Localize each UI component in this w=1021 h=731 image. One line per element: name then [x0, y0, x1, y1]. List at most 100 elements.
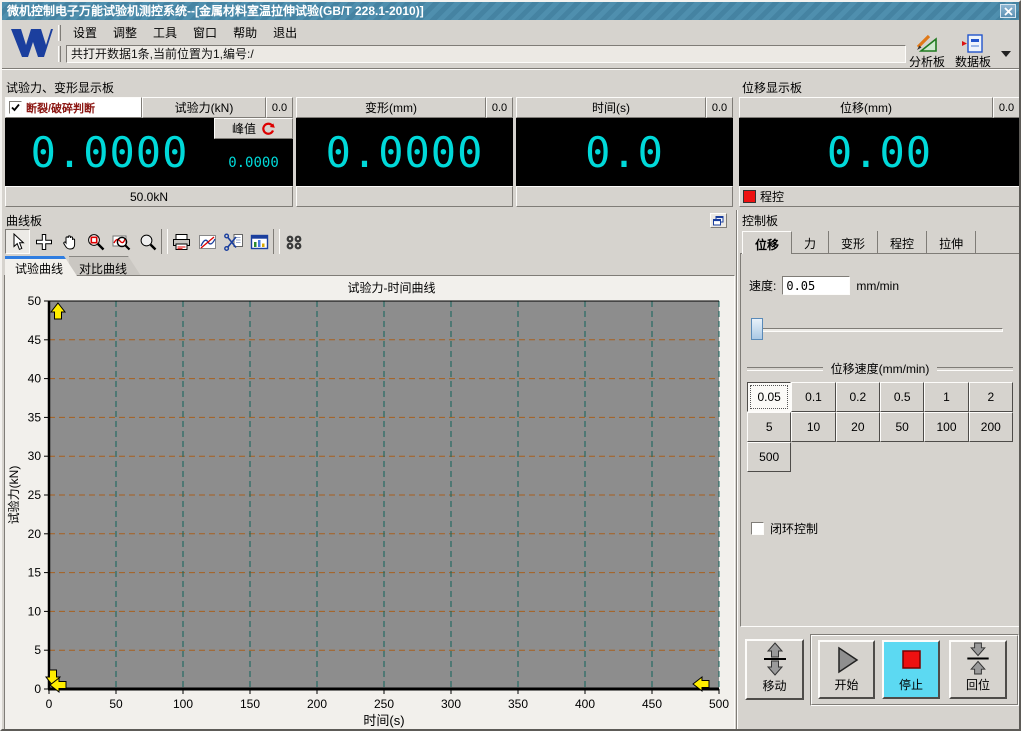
- time-value: 0.0: [585, 127, 664, 177]
- speed-slider-track[interactable]: [751, 328, 1003, 332]
- zoom-out-button[interactable]: [135, 229, 160, 254]
- window-title: 微机控制电子万能试验机测控系统--[金属材料室温拉伸试验(GB/T 228.1-…: [7, 4, 424, 18]
- speed-option-button[interactable]: 5: [747, 412, 792, 442]
- speed-option-button[interactable]: 100: [924, 412, 969, 442]
- force-group-title: 试验力、变形显示板: [6, 81, 115, 95]
- status-field[interactable]: 共打开数据1条,当前位置为1,编号:/: [66, 45, 906, 63]
- speed-option-button[interactable]: 0.5: [879, 382, 925, 412]
- check-icon: [11, 103, 20, 112]
- zoom-out-icon: [140, 234, 156, 250]
- close-button[interactable]: [1000, 4, 1016, 18]
- control-tab[interactable]: 拉伸: [927, 231, 977, 254]
- control-tab[interactable]: 变形: [829, 231, 879, 254]
- return-button[interactable]: 回位: [949, 640, 1007, 699]
- peak-reset-icon[interactable]: [261, 122, 275, 136]
- move-button[interactable]: 移动: [745, 639, 804, 700]
- closed-loop-label: 闭环控制: [770, 522, 819, 536]
- speed-option-button[interactable]: 0.2: [835, 382, 880, 412]
- control-tabs: 位移力变形 程控 拉伸: [742, 231, 977, 254]
- curve-tab[interactable]: 试验曲线: [5, 256, 77, 276]
- svg-text:450: 450: [642, 697, 662, 711]
- print-button[interactable]: [169, 229, 194, 254]
- speed-option-button[interactable]: 10: [791, 412, 836, 442]
- analysis-panel-button[interactable]: 分析板: [909, 34, 945, 70]
- curve-style-button[interactable]: [195, 229, 220, 254]
- panel-config-button[interactable]: [247, 229, 272, 254]
- panel-separator: [736, 210, 738, 729]
- pan-hand-button[interactable]: [57, 229, 82, 254]
- svg-text:200: 200: [307, 697, 327, 711]
- speed-slider-handle[interactable]: [751, 318, 763, 340]
- svg-text:50: 50: [28, 296, 42, 308]
- start-button[interactable]: 开始: [818, 640, 875, 699]
- toolbar-more-icon[interactable]: [1001, 51, 1011, 62]
- zoom-curve-button[interactable]: [109, 229, 134, 254]
- svg-text:40: 40: [28, 372, 42, 386]
- deform-header: 变形(mm): [296, 97, 486, 118]
- curve-restore-button[interactable]: [710, 213, 727, 228]
- speed-option-button[interactable]: 0.1: [791, 382, 836, 412]
- data-panel-button[interactable]: 数据板: [955, 34, 991, 70]
- sample-marker-button[interactable]: [281, 229, 306, 254]
- displacement-mini-value: 0.0: [993, 97, 1019, 118]
- peak-header[interactable]: 峰值: [214, 118, 293, 139]
- chart-plot[interactable]: 051015202530354045500 50 100 150 200 250 300 35…: [5, 294, 734, 731]
- svg-text:100: 100: [173, 697, 193, 711]
- menu-item-6[interactable]: 退出: [266, 24, 304, 42]
- speed-input[interactable]: [782, 276, 851, 295]
- svg-text:350: 350: [508, 697, 528, 711]
- start-label: 开始: [834, 678, 859, 692]
- svg-text:15: 15: [28, 566, 42, 580]
- deform-mini-value: 0.0: [486, 97, 513, 118]
- svg-text:5: 5: [34, 643, 41, 657]
- menu-item-1[interactable]: 设置: [66, 24, 104, 42]
- force-value: 0.0000: [30, 127, 189, 177]
- menu-item-5[interactable]: 帮助: [226, 24, 264, 42]
- svg-text:400: 400: [575, 697, 595, 711]
- closed-loop-checkbox[interactable]: [751, 522, 764, 535]
- svg-text:35: 35: [28, 410, 42, 424]
- speed-option-button[interactable]: 50: [879, 412, 925, 442]
- zoom-box-button[interactable]: [83, 229, 108, 254]
- svg-text:0: 0: [34, 682, 41, 696]
- speed-option-button[interactable]: 500: [747, 442, 792, 472]
- svg-text:50: 50: [109, 697, 123, 711]
- curve-tab[interactable]: 对比曲线: [69, 256, 141, 276]
- speed-option-button[interactable]: 20: [835, 412, 880, 442]
- control-panel-title: 控制板: [742, 214, 779, 228]
- speed-unit: mm/min: [856, 278, 900, 293]
- time-header: 时间(s): [516, 97, 706, 118]
- stop-button[interactable]: 停止: [882, 640, 940, 699]
- menu-item-3[interactable]: 工具: [146, 24, 184, 42]
- speed-option-button[interactable]: 0.05: [747, 382, 792, 412]
- stop-label: 停止: [898, 678, 923, 692]
- toolbar-right: 分析板 数据板: [909, 34, 1011, 70]
- menu-item-2[interactable]: 调整: [106, 24, 144, 42]
- speed-option-button[interactable]: 1: [924, 382, 969, 412]
- program-control-indicator: [743, 190, 756, 203]
- svg-text:0: 0: [46, 697, 53, 711]
- displacement-footer: 程控: [739, 186, 1019, 207]
- control-tab[interactable]: 程控: [878, 231, 928, 254]
- select-cursor-button[interactable]: [5, 229, 30, 254]
- control-tab[interactable]: 位移: [742, 231, 793, 254]
- title-bar[interactable]: 微机控制电子万能试验机测控系统--[金属材料室温拉伸试验(GB/T 228.1-…: [2, 2, 1019, 20]
- control-tab-content: 速度: mm/min 位移速度(mm/min) 0.050.10.20.512 5…: [740, 253, 1019, 627]
- curve-panel-title: 曲线板: [6, 214, 43, 228]
- app-window: 微机控制电子万能试验机测控系统--[金属材料室温拉伸试验(GB/T 228.1-…: [0, 0, 1021, 731]
- break-judge-checkbox[interactable]: [9, 101, 22, 114]
- menu-item-4[interactable]: 窗口: [186, 24, 224, 42]
- crosshair-button[interactable]: [31, 229, 56, 254]
- snip-copy-button[interactable]: [221, 229, 246, 254]
- move-arrows-icon: [763, 642, 786, 676]
- svg-text:试验力(kN): 试验力(kN): [6, 466, 21, 525]
- closed-loop-row[interactable]: 闭环控制: [751, 520, 818, 537]
- speed-option-button[interactable]: 2: [968, 382, 1013, 412]
- crosshair-icon: [35, 233, 52, 250]
- speed-option-button[interactable]: 200: [968, 412, 1013, 442]
- toolbar: 设置 调整 工具 窗口 帮助 退出 共打开数据1条,当前位置为1,编号:/ 分析板 数据板: [2, 20, 1019, 70]
- speed-row: 速度: mm/min: [749, 276, 899, 295]
- check-icon: [752, 523, 763, 534]
- control-tab[interactable]: 力: [792, 231, 830, 254]
- break-judge-cell[interactable]: 断裂/破碎判断: [5, 97, 142, 118]
